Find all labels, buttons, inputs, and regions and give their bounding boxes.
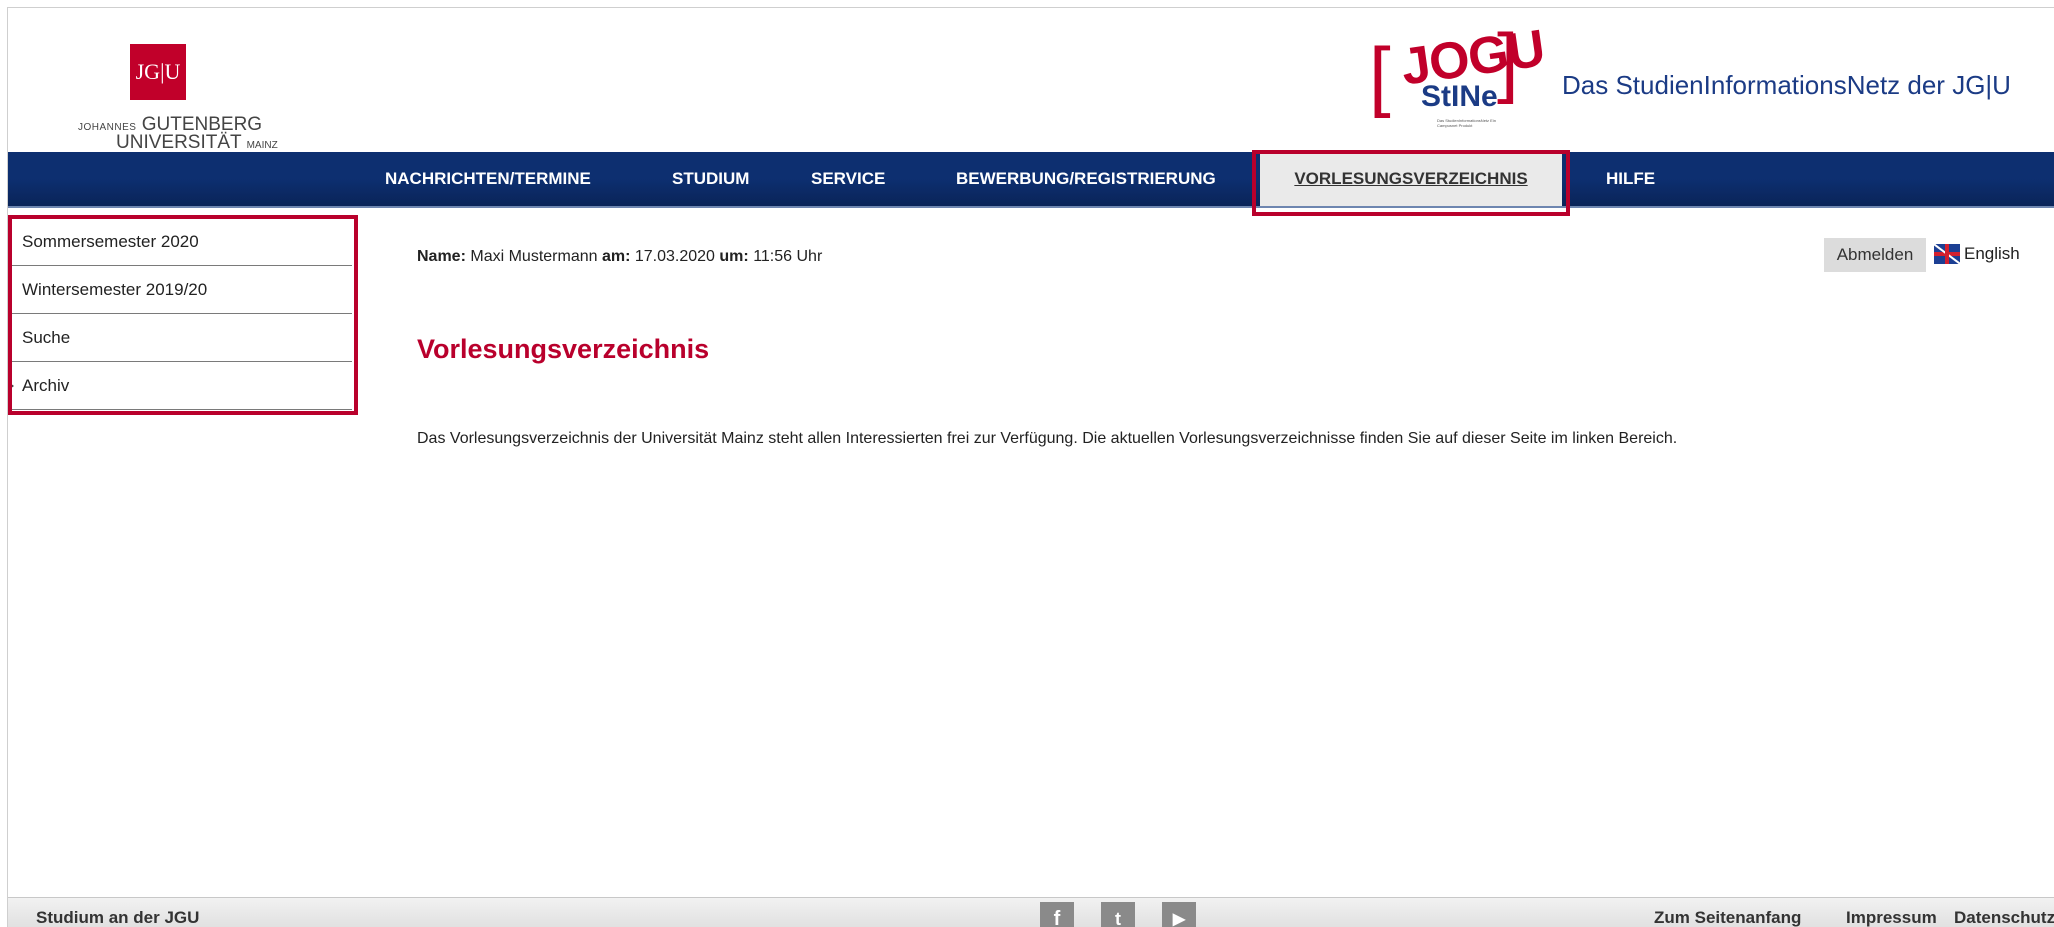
intro-text: Das Vorlesungsverzeichnis der Universitä… — [417, 430, 1678, 447]
nav-item-nachrichten-termine[interactable]: NACHRICHTEN/TERMINE — [385, 152, 591, 206]
footer-studium-label[interactable]: Studium an der JGU — [36, 908, 199, 927]
language-switch-english[interactable]: English — [1934, 244, 2020, 264]
language-label: English — [1964, 244, 2020, 263]
user-info: Name: Maxi Mustermann am: 17.03.2020 um:… — [417, 248, 823, 265]
youtube-icon[interactable]: ▶ — [1162, 902, 1196, 927]
footer-link-impressum[interactable]: Impressum — [1846, 908, 1937, 927]
page-footer: Studium an der JGU f t ▶ Zum Seitenanfan… — [8, 897, 2054, 927]
site-title: Das StudienInformationsNetz der JG|U — [1562, 70, 2011, 100]
jogu-stine-logo[interactable]: [ JOGU StINe Das StudienInformationsNetz… — [1365, 16, 1548, 134]
stine-bracket-left: [ — [1369, 31, 1391, 119]
stine-logo-fine: Das StudienInformationsNetz Ein Campusne… — [1437, 118, 1496, 128]
nav-item-studium[interactable]: STUDIUM — [672, 152, 749, 206]
footer-link-zum-seitenanfang[interactable]: Zum Seitenanfang — [1654, 908, 1801, 927]
stine-logo-bottom: StINe — [1421, 80, 1498, 113]
nav-item-hilfe[interactable]: HILFE — [1606, 152, 1655, 206]
jgu-logo[interactable]: JG|U JOHANNES GUTENBERG UNIVERSITÄT MAIN… — [40, 26, 278, 153]
nav-highlight-box — [1252, 150, 1570, 216]
footer-link-datenschutz[interactable]: Datenschutz — [1954, 908, 2054, 927]
jgu-logo-line2: UNIVERSITÄT MAINZ — [116, 132, 278, 153]
stine-bracket-right: ] — [1497, 17, 1519, 105]
logout-button[interactable]: Abmelden — [1824, 238, 1926, 272]
sidebar-highlight-box — [8, 215, 358, 415]
nav-item-service[interactable]: SERVICE — [811, 152, 885, 206]
page-title: Vorlesungsverzeichnis — [417, 334, 710, 364]
main-navigation: NACHRICHTEN/TERMINE STUDIUM SERVICE BEWE… — [8, 152, 2054, 208]
page-header: JG|U JOHANNES GUTENBERG UNIVERSITÄT MAIN… — [8, 8, 2054, 153]
uk-flag-icon — [1934, 244, 1960, 264]
facebook-icon[interactable]: f — [1040, 902, 1074, 927]
browser-page: JG|U JOHANNES GUTENBERG UNIVERSITÄT MAIN… — [7, 7, 2054, 927]
jgu-logo-mark: JG|U — [130, 44, 186, 100]
twitter-icon[interactable]: t — [1101, 902, 1135, 927]
nav-item-bewerbung-registrierung[interactable]: BEWERBUNG/REGISTRIERUNG — [956, 152, 1216, 206]
